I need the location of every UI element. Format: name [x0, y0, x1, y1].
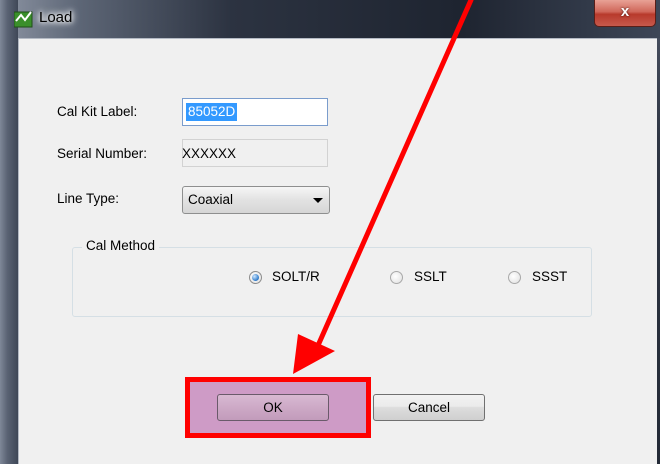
arrow-head-icon: [293, 334, 335, 374]
arrow-shaft: [313, 0, 474, 353]
annotation-arrow: [293, 0, 474, 374]
